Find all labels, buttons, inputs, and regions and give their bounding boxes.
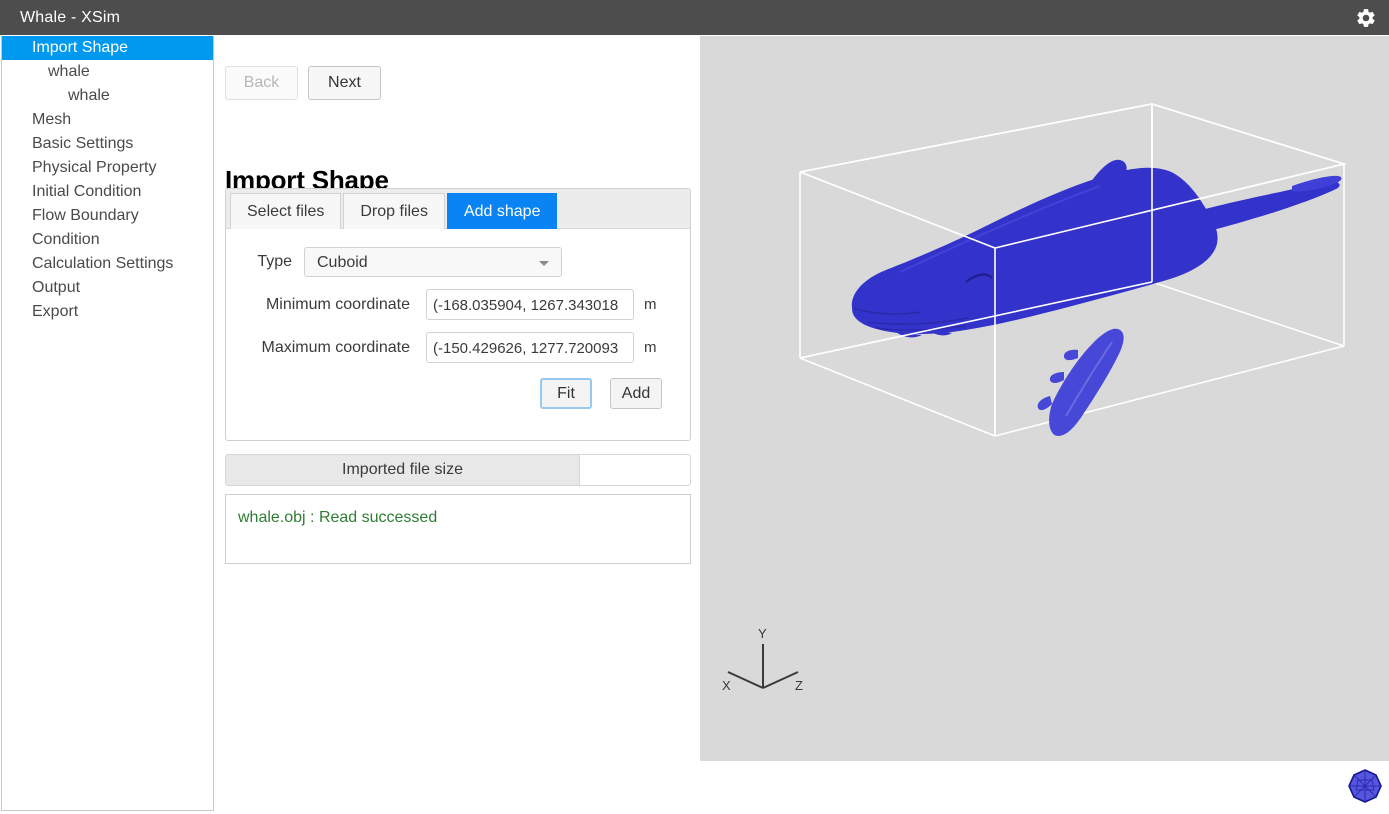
sidebar-item-calculation-settings[interactable]: Calculation Settings [2, 252, 213, 276]
import-log-box: whale.obj : Read successed [225, 494, 691, 564]
shape-type-select[interactable]: Cuboid [304, 247, 562, 277]
sidebar-item-label: whale [48, 63, 90, 80]
window-title: Whale - XSim [20, 8, 121, 26]
axis-label-y: Y [758, 626, 767, 641]
min-coordinate-unit: m [644, 296, 657, 313]
fit-button[interactable]: Fit [540, 378, 592, 409]
sidebar-item-label: Export [32, 303, 79, 320]
tab-strip: Select files Drop files Add shape [226, 189, 690, 229]
sidebar-item-whale-group[interactable]: whale [2, 60, 213, 84]
sidebar-navigation-tree: Import Shape whale whale Mesh Basic Sett… [1, 36, 214, 811]
sidebar-item-label: Initial Condition [32, 183, 142, 200]
window-titlebar: Whale - XSim [0, 0, 1389, 35]
min-coordinate-label: Minimum coordinate [265, 295, 410, 313]
sidebar-item-condition[interactable]: Condition [2, 228, 213, 252]
3d-scene: Y X Z [722, 103, 1348, 693]
tab-drop-files[interactable]: Drop files [343, 193, 445, 229]
sidebar-item-label: Output [32, 279, 81, 296]
max-coordinate-label: Maximum coordinate [261, 338, 411, 356]
polyhedron-icon[interactable] [1345, 766, 1385, 806]
sidebar-item-mesh[interactable]: Mesh [2, 108, 213, 132]
sidebar-item-whale-child[interactable]: whale [2, 84, 213, 108]
sidebar-item-label: Flow Boundary [32, 207, 139, 224]
log-line: whale.obj : Read successed [238, 509, 438, 526]
axis-indicator: Y X Z [722, 626, 803, 693]
tab-add-shape[interactable]: Add shape [446, 193, 558, 229]
type-label: Type [257, 253, 292, 270]
imported-file-size-row: Imported file size [225, 454, 691, 486]
sidebar-item-label: Condition [32, 231, 100, 248]
sidebar-item-import-shape[interactable]: Import Shape [2, 36, 213, 60]
max-coordinate-unit: m [644, 339, 657, 356]
sidebar-item-label: Physical Property [32, 159, 157, 176]
min-coordinate-row: Minimum coordinate (-168.035904, 1267.34… [226, 289, 676, 320]
shape-actions: Fit Add [226, 378, 676, 409]
max-coordinate-row: Maximum coordinate (-150.429626, 1277.72… [226, 332, 676, 363]
sidebar-item-label: Mesh [32, 111, 72, 128]
sidebar-item-initial-condition[interactable]: Initial Condition [2, 180, 213, 204]
sidebar-item-label: whale [68, 87, 110, 104]
gear-icon[interactable] [1351, 3, 1381, 33]
sidebar-item-label: Basic Settings [32, 135, 134, 152]
axis-label-x: X [722, 678, 731, 693]
shape-type-value: Cuboid [317, 254, 368, 271]
sidebar-item-export[interactable]: Export [2, 300, 213, 324]
wizard-navigation: Back Next [225, 66, 381, 100]
3d-viewport[interactable]: Y X Z [700, 36, 1389, 761]
import-shape-card: Select files Drop files Add shape Type C… [225, 188, 691, 441]
imported-file-size-label: Imported file size [225, 454, 580, 486]
whale-model [851, 159, 1342, 436]
sidebar-item-physical-property[interactable]: Physical Property [2, 156, 213, 180]
sidebar-item-basic-settings[interactable]: Basic Settings [2, 132, 213, 156]
min-coordinate-input[interactable]: (-168.035904, 1267.343018 [426, 289, 634, 320]
add-button[interactable]: Add [610, 378, 662, 409]
sidebar-item-output[interactable]: Output [2, 276, 213, 300]
sidebar-item-label: Import Shape [32, 39, 129, 56]
main-content-panel: Back Next Import Shape Select files Drop… [215, 36, 700, 761]
back-button[interactable]: Back [225, 66, 298, 100]
max-coordinate-input[interactable]: (-150.429626, 1277.720093 [426, 332, 634, 363]
sidebar-item-flow-boundary[interactable]: Flow Boundary [2, 204, 213, 228]
imported-file-size-value [580, 454, 691, 486]
axis-label-z: Z [795, 678, 803, 693]
sidebar-item-label: Calculation Settings [32, 255, 174, 272]
chevron-down-icon [539, 261, 549, 266]
next-button[interactable]: Next [308, 66, 381, 100]
type-row: Type Cuboid [226, 247, 676, 277]
tab-select-files[interactable]: Select files [230, 193, 342, 229]
